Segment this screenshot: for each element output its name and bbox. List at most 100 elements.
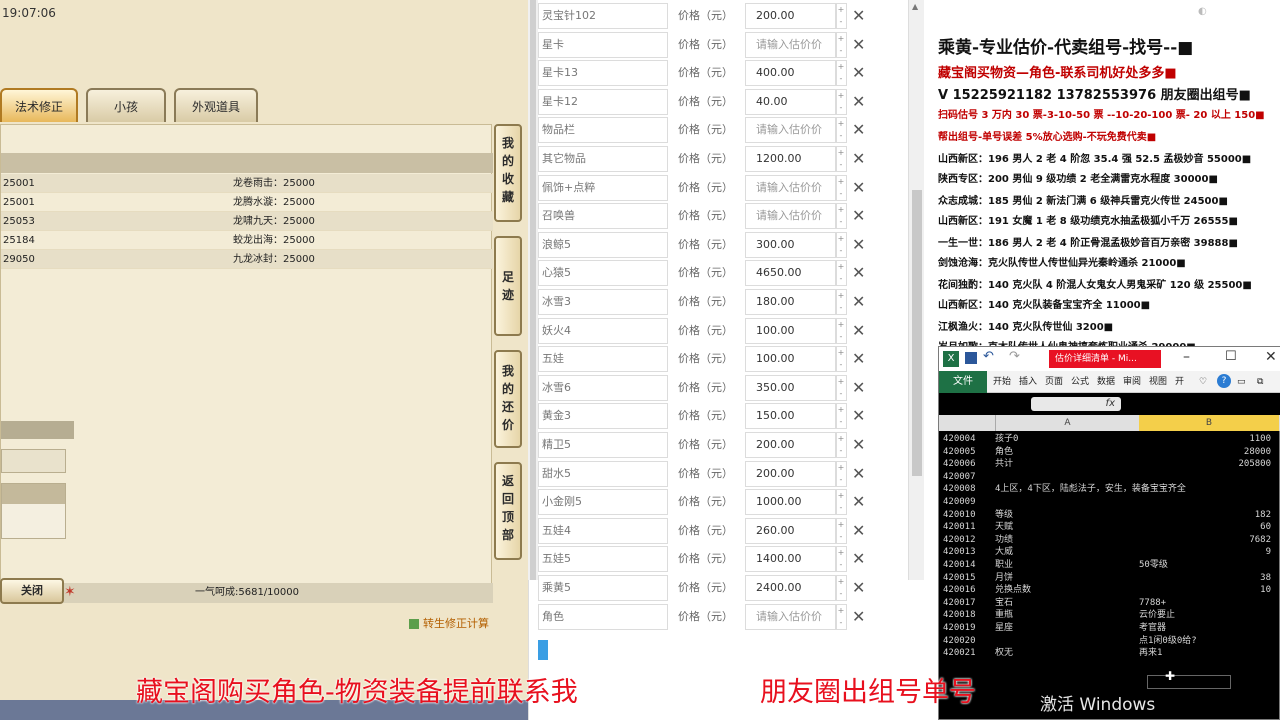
price-input[interactable]: 请输入估价价 <box>745 603 837 630</box>
delete-icon[interactable]: ✕ <box>852 232 865 258</box>
table-row[interactable]: 420007 <box>943 471 1275 483</box>
item-name-field[interactable]: 佩饰+点粹 <box>538 174 668 201</box>
price-input[interactable]: 请输入估价价 <box>745 174 837 201</box>
price-stepper[interactable]: + - <box>835 146 847 172</box>
table-row[interactable]: 420014 职业 50零级 <box>943 559 1275 571</box>
delete-icon[interactable]: ✕ <box>852 318 865 344</box>
item-name-field[interactable]: 五娃4 <box>538 517 668 544</box>
price-input[interactable]: 请输入估价价 <box>745 31 837 58</box>
back-to-top-button[interactable]: 返 回 顶 部 <box>494 462 522 560</box>
price-stepper[interactable]: + - <box>835 403 847 430</box>
price-input[interactable]: 180.00 <box>745 289 837 315</box>
price-input[interactable]: 400.00 <box>745 60 837 87</box>
item-name-field[interactable]: 乘黄5 <box>538 575 668 601</box>
item-name-field[interactable]: 其它物品 <box>538 146 668 172</box>
price-stepper[interactable]: + - <box>835 88 847 115</box>
item-name-field[interactable]: 心猿5 <box>538 260 668 287</box>
ribbon-tab[interactable]: 插入 <box>1019 371 1037 393</box>
table-row[interactable]: 420004 孩子0 1100 <box>943 433 1275 445</box>
table-row[interactable]: 420015 月饼 38 <box>943 572 1275 584</box>
item-name-field[interactable]: 星卡 <box>538 31 668 58</box>
price-input[interactable]: 100.00 <box>745 317 837 344</box>
save-icon[interactable] <box>965 352 977 364</box>
item-name-field[interactable]: 角色 <box>538 603 668 630</box>
left-scrollbar[interactable] <box>528 0 538 580</box>
price-stepper[interactable]: + - <box>835 289 847 315</box>
delete-icon[interactable]: ✕ <box>852 32 865 58</box>
tab-appearance[interactable]: 外观道具 <box>174 88 258 122</box>
form-scrollbar[interactable]: ▲ <box>908 0 924 580</box>
price-input[interactable]: 260.00 <box>745 517 837 544</box>
ribbon-tab[interactable]: 开 <box>1175 371 1184 393</box>
price-stepper[interactable]: + - <box>835 231 847 258</box>
delete-icon[interactable]: ✕ <box>852 146 865 172</box>
list-item[interactable]: 25001 龙腾水漩：25000 <box>1 193 493 212</box>
maximize-icon[interactable]: ☐ <box>1225 349 1237 364</box>
price-input[interactable]: 2400.00 <box>745 575 837 601</box>
scrollbar-thumb[interactable] <box>912 190 922 476</box>
price-input[interactable]: 200.00 <box>745 3 837 29</box>
delete-icon[interactable]: ✕ <box>852 175 865 201</box>
price-stepper[interactable]: + - <box>835 517 847 544</box>
ribbon-tab[interactable]: 数据 <box>1097 371 1115 393</box>
column-a-header[interactable]: A <box>995 415 1139 431</box>
item-name-field[interactable]: 五娃 <box>538 346 668 373</box>
item-name-field[interactable]: 黄金3 <box>538 403 668 430</box>
delete-icon[interactable]: ✕ <box>852 89 865 115</box>
price-stepper[interactable]: + - <box>835 346 847 373</box>
undo-icon[interactable]: ↶ <box>983 349 994 364</box>
price-input[interactable]: 300.00 <box>745 231 837 258</box>
calc-link[interactable]: 转生修正计算 <box>409 615 489 631</box>
table-row[interactable]: 420008 4上区，4下区，陆彪法子，安生，装备宝宝齐全 <box>943 483 1275 495</box>
column-b-header[interactable]: B <box>1139 415 1279 431</box>
price-stepper[interactable]: + - <box>835 575 847 601</box>
table-row[interactable]: 420011 天赋 60 <box>943 521 1275 533</box>
delete-icon[interactable]: ✕ <box>852 289 865 315</box>
tab-spell-fix[interactable]: 法术修正 <box>0 88 78 122</box>
list-item[interactable]: 25053 龙啸九天：25000 <box>1 212 493 231</box>
table-row[interactable]: 420009 <box>943 496 1275 508</box>
price-input[interactable]: 1200.00 <box>745 146 837 172</box>
table-row[interactable]: 420006 共计 205800 <box>943 458 1275 470</box>
item-name-field[interactable]: 冰雪6 <box>538 374 668 401</box>
table-row[interactable]: 420017 宝石 7788+ <box>943 597 1275 609</box>
item-name-field[interactable]: 召唤兽 <box>538 203 668 230</box>
price-input[interactable]: 150.00 <box>745 403 837 430</box>
item-name-field[interactable]: 妖火4 <box>538 317 668 344</box>
price-input[interactable]: 40.00 <box>745 88 837 115</box>
price-input[interactable]: 200.00 <box>745 432 837 458</box>
table-row[interactable]: 420013 大威 9 <box>943 546 1275 558</box>
ribbon-minimize-icon[interactable]: ▭ <box>1237 371 1246 393</box>
restore-icon[interactable]: ⧉ <box>1257 371 1263 393</box>
ribbon-tab[interactable]: 视图 <box>1149 371 1167 393</box>
table-row[interactable]: 420018 重瓶 云价要止 <box>943 609 1275 621</box>
price-input[interactable]: 350.00 <box>745 374 837 401</box>
ribbon-tab[interactable]: 页面 <box>1045 371 1063 393</box>
price-input[interactable]: 200.00 <box>745 460 837 487</box>
scroll-up-icon[interactable]: ▲ <box>912 2 918 11</box>
price-stepper[interactable]: + - <box>835 460 847 487</box>
price-stepper[interactable]: + - <box>835 174 847 201</box>
delete-icon[interactable]: ✕ <box>852 518 865 544</box>
item-name-field[interactable]: 星卡12 <box>538 88 668 115</box>
tab-child[interactable]: 小孩 <box>86 88 166 122</box>
item-name-field[interactable]: 五娃5 <box>538 546 668 573</box>
delete-icon[interactable]: ✕ <box>852 546 865 572</box>
delete-icon[interactable]: ✕ <box>852 60 865 86</box>
price-stepper[interactable]: + - <box>835 260 847 287</box>
close-button[interactable]: 关闭 <box>0 578 64 604</box>
delete-icon[interactable]: ✕ <box>852 3 865 29</box>
price-input[interactable]: 请输入估价价 <box>745 203 837 230</box>
list-item[interactable]: 29050 九龙冰封：25000 <box>1 250 493 269</box>
item-name-field[interactable]: 小金刚5 <box>538 489 668 516</box>
delete-icon[interactable]: ✕ <box>852 403 865 429</box>
price-stepper[interactable]: + - <box>835 117 847 144</box>
delete-icon[interactable]: ✕ <box>852 203 865 229</box>
list-item[interactable]: 25001 龙卷雨击：25000 <box>1 174 493 193</box>
table-row[interactable]: 420012 功绩 7682 <box>943 534 1275 546</box>
price-input[interactable]: 100.00 <box>745 346 837 373</box>
delete-icon[interactable]: ✕ <box>852 375 865 401</box>
table-row[interactable]: 420021 权无 再来1 <box>943 647 1275 659</box>
table-row[interactable]: 420019 星座 考官器 <box>943 622 1275 634</box>
delete-icon[interactable]: ✕ <box>852 260 865 286</box>
